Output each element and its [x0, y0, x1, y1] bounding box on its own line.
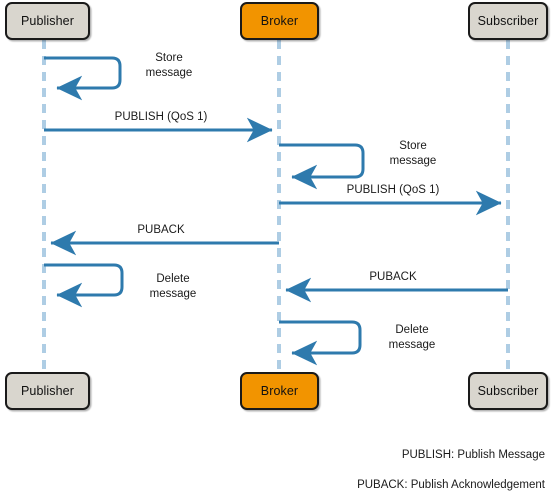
participant-label: Publisher	[20, 14, 74, 28]
participant-publisher-bottom[interactable]: Publisher	[5, 372, 90, 410]
participant-broker-bottom[interactable]: Broker	[240, 372, 319, 410]
message-label-puback-broker-publisher: PUBACK	[137, 224, 185, 236]
message-label-delete-message-broker: Delete message	[388, 324, 436, 351]
participant-label: Subscriber	[477, 384, 539, 398]
participant-label: Subscriber	[477, 14, 539, 28]
message-arrow-store-message-publisher	[44, 56, 122, 101]
participant-broker-top[interactable]: Broker	[240, 2, 319, 40]
message-label-publish-broker-subscriber: PUBLISH (QoS 1)	[346, 184, 440, 196]
legend-puback: PUBACK: Publish Acknowledgement	[357, 479, 545, 491]
legend-publish: PUBLISH: Publish Message	[401, 449, 545, 461]
participant-subscriber-top[interactable]: Subscriber	[468, 2, 548, 40]
message-label-puback-subscriber-broker: PUBACK	[369, 271, 417, 283]
message-label-store-message-publisher: Store message	[145, 52, 193, 79]
message-arrow-delete-message-publisher	[44, 263, 124, 308]
participant-label: Publisher	[20, 384, 74, 398]
participant-subscriber-bottom[interactable]: Subscriber	[468, 372, 548, 410]
message-arrow-store-message-broker	[279, 143, 365, 190]
participant-publisher-top[interactable]: Publisher	[5, 2, 90, 40]
message-arrow-delete-message-broker	[279, 320, 362, 366]
sequence-diagram-canvas	[42, 40, 510, 372]
message-label-publish-publisher-broker: PUBLISH (QoS 1)	[114, 111, 208, 123]
participant-label: Broker	[260, 384, 299, 398]
participant-label: Broker	[260, 14, 299, 28]
message-label-delete-message-publisher: Delete message	[149, 273, 197, 300]
message-label-store-message-broker: Store message	[389, 140, 437, 167]
